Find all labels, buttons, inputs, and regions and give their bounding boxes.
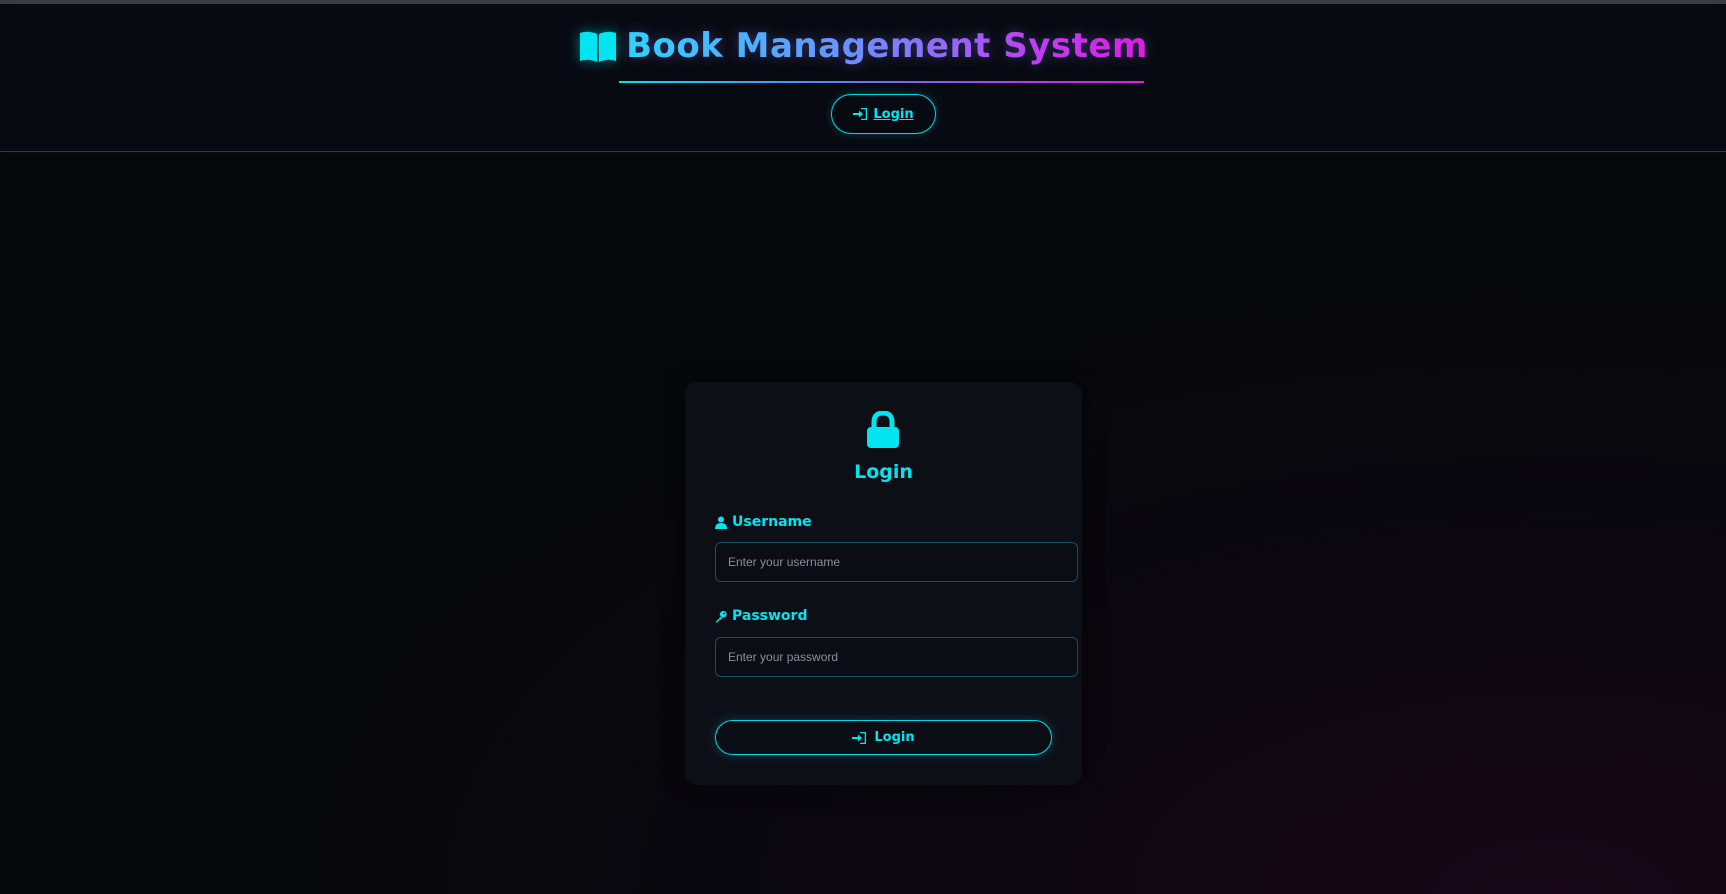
username-label: Username xyxy=(715,514,812,530)
key-icon xyxy=(715,610,727,622)
password-label: Password xyxy=(715,608,807,624)
login-card-title: Login xyxy=(854,461,913,483)
username-label-text: Username xyxy=(732,514,812,530)
login-card: Login Username Password Login xyxy=(685,382,1082,785)
username-input[interactable] xyxy=(715,542,1078,582)
nav-login-link[interactable]: Login xyxy=(831,94,936,134)
sign-in-icon xyxy=(852,731,867,744)
password-label-text: Password xyxy=(732,608,808,624)
title-underline xyxy=(619,81,1144,83)
title-wrap: Book Management System xyxy=(578,26,1148,66)
login-submit-button[interactable]: Login xyxy=(715,720,1052,755)
login-submit-label: Login xyxy=(874,730,915,745)
user-icon xyxy=(715,516,727,529)
app-title: Book Management System xyxy=(0,26,1726,66)
nav-login-label: Login xyxy=(873,106,914,122)
book-open-icon xyxy=(580,31,617,62)
password-input[interactable] xyxy=(715,637,1078,677)
main-content: Login Username Password Login xyxy=(0,153,1726,894)
sign-in-icon xyxy=(853,108,868,120)
site-header: Book Management System Login xyxy=(0,4,1726,152)
lock-icon xyxy=(867,411,899,448)
app-title-text: Book Management System xyxy=(626,26,1148,66)
